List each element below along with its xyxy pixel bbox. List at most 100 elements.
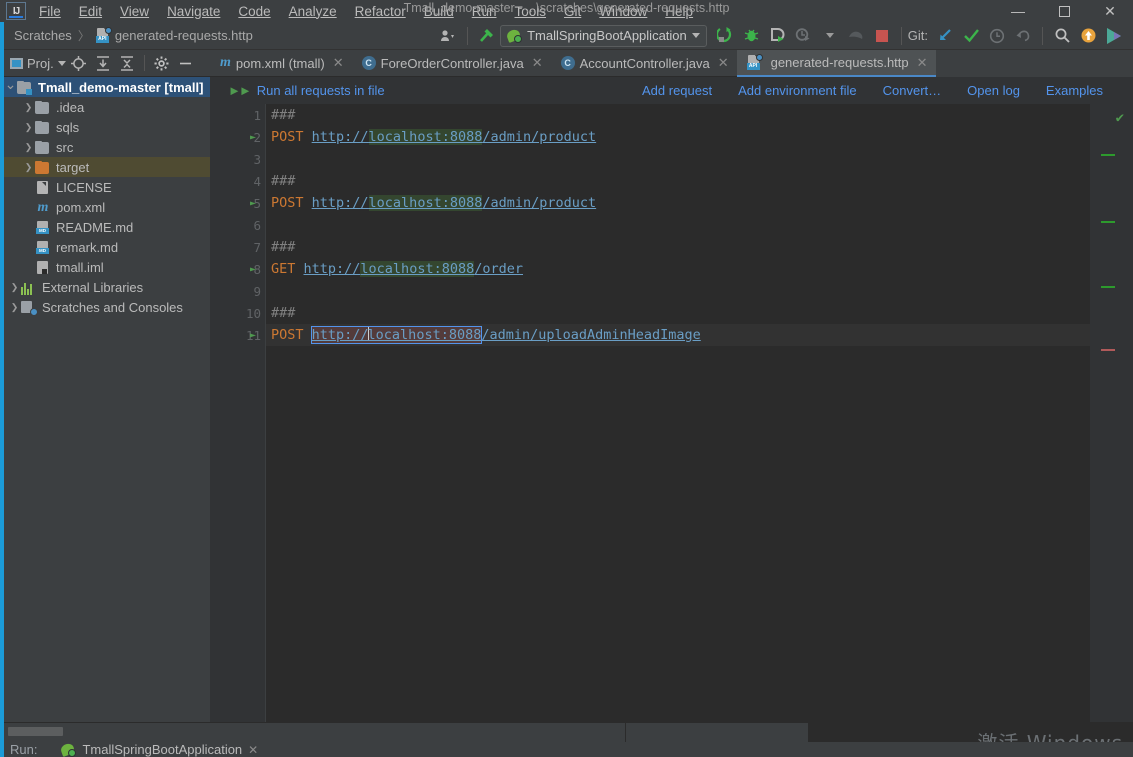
chevron-right-icon[interactable]: [22, 102, 35, 113]
editor-gutter[interactable]: 1 2 3 4 5 6 7 8 9 10 11 ► ► ► ►: [210, 104, 265, 722]
tree-node-src[interactable]: src: [4, 137, 210, 157]
tab-accountcontroller-java[interactable]: C AccountController.java ✕: [550, 50, 737, 77]
breadcrumb-scratches[interactable]: Scratches: [14, 28, 72, 43]
add-environment-file-link[interactable]: Add environment file: [738, 83, 857, 98]
code-line-8[interactable]: GET http://localhost:8088/order: [266, 258, 1090, 280]
maximize-icon[interactable]: [1041, 0, 1087, 22]
tab-close-icon[interactable]: ✕: [532, 55, 543, 71]
horizontal-scrollbar[interactable]: [8, 727, 63, 736]
attach-icon[interactable]: [843, 24, 869, 48]
menu-navigate[interactable]: Navigate: [158, 2, 229, 21]
project-tree-panel[interactable]: Tmall_demo-master [tmall] .idea sqls src…: [4, 77, 210, 722]
menu-build[interactable]: Build: [415, 2, 463, 21]
hide-icon[interactable]: [175, 52, 197, 74]
code-line-6[interactable]: [266, 214, 1090, 236]
stop-icon[interactable]: [869, 24, 895, 48]
tree-node-external-libraries[interactable]: External Libraries: [4, 277, 210, 297]
tree-node-tmall-demo-master[interactable]: Tmall_demo-master [tmall]: [4, 77, 210, 97]
code-editor[interactable]: 1 2 3 4 5 6 7 8 9 10 11 ► ► ► ► ### POST…: [210, 104, 1133, 722]
code-line-3[interactable]: [266, 148, 1090, 170]
chevron-right-icon[interactable]: [8, 282, 21, 293]
hammer-icon[interactable]: [474, 24, 500, 48]
run-configuration-selector[interactable]: TmallSpringBootApplication: [500, 24, 707, 47]
close-icon[interactable]: ✕: [1087, 0, 1133, 22]
menu-git[interactable]: Git: [555, 2, 590, 21]
debug-icon[interactable]: [739, 24, 765, 48]
code-line-2[interactable]: POST http://localhost:8088/admin/product: [266, 126, 1090, 148]
tab-foreordercontroller-java[interactable]: C ForeOrderController.java ✕: [351, 50, 551, 77]
add-request-link[interactable]: Add request: [642, 83, 712, 98]
menu-file[interactable]: File: [30, 2, 70, 21]
run-request-icon[interactable]: ►: [246, 192, 260, 214]
stripe-marker[interactable]: [1101, 286, 1115, 288]
notification-icon[interactable]: [1075, 24, 1101, 48]
tree-node-target[interactable]: target: [4, 157, 210, 177]
coverage-icon[interactable]: [765, 24, 791, 48]
tab-generated-requests-http[interactable]: API generated-requests.http ✕: [736, 50, 936, 77]
menu-run[interactable]: Run: [463, 2, 506, 21]
profiler-dropdown-icon[interactable]: [817, 24, 843, 48]
menu-edit[interactable]: Edit: [70, 2, 111, 21]
stripe-marker[interactable]: [1101, 154, 1115, 156]
code-line-5[interactable]: POST http://localhost:8088/admin/product: [266, 192, 1090, 214]
tab-pom-xml[interactable]: m pom.xml (tmall) ✕: [210, 50, 352, 77]
convert-link[interactable]: Convert…: [883, 83, 942, 98]
menu-refactor[interactable]: Refactor: [346, 2, 415, 21]
run-request-icon[interactable]: ►: [246, 324, 260, 346]
menu-view[interactable]: View: [111, 2, 158, 21]
code-line-9[interactable]: [266, 280, 1090, 302]
open-log-link[interactable]: Open log: [967, 83, 1020, 98]
menu-window[interactable]: Window: [590, 2, 656, 21]
tree-node-pom-xml[interactable]: m pom.xml: [4, 197, 210, 217]
settings-icon[interactable]: [151, 52, 173, 74]
menu-help[interactable]: Help: [656, 2, 702, 21]
code-line-1[interactable]: ###: [266, 104, 1090, 126]
run-tab-name[interactable]: TmallSpringBootApplication: [82, 742, 242, 757]
tree-node-remark-md[interactable]: MD remark.md: [4, 237, 210, 257]
run-tab-close-icon[interactable]: ✕: [248, 743, 258, 757]
code-line-7[interactable]: ###: [266, 236, 1090, 258]
chevron-right-icon[interactable]: [22, 162, 35, 173]
profile-icon[interactable]: [435, 24, 461, 48]
breadcrumb-file[interactable]: generated-requests.http: [115, 28, 253, 43]
project-view-selector[interactable]: Proj.: [10, 56, 66, 71]
code-content[interactable]: ### POST http://localhost:8088/admin/pro…: [266, 104, 1090, 346]
tab-close-icon[interactable]: ✕: [718, 55, 729, 71]
expand-all-icon[interactable]: [92, 52, 114, 74]
run-tool-window-label[interactable]: Run:: [10, 742, 37, 757]
search-everywhere-icon[interactable]: [1049, 24, 1075, 48]
profiler-icon[interactable]: [791, 24, 817, 48]
collapse-all-icon[interactable]: [116, 52, 138, 74]
examples-link[interactable]: Examples: [1046, 83, 1103, 98]
run-request-icon[interactable]: ►: [246, 258, 260, 280]
code-line-11[interactable]: POST http://localhost:8088/admin/uploadA…: [266, 324, 1090, 346]
update-project-icon[interactable]: [932, 24, 958, 48]
stripe-marker[interactable]: [1101, 221, 1115, 223]
tree-node-sqls[interactable]: sqls: [4, 117, 210, 137]
chevron-right-icon[interactable]: [22, 122, 35, 133]
tree-node-idea[interactable]: .idea: [4, 97, 210, 117]
chevron-right-icon[interactable]: [8, 302, 21, 313]
code-line-4[interactable]: ###: [266, 170, 1090, 192]
tab-close-icon[interactable]: ✕: [333, 55, 344, 71]
tree-node-scratches-and-consoles[interactable]: Scratches and Consoles: [4, 297, 210, 317]
menu-analyze[interactable]: Analyze: [280, 2, 346, 21]
run-icon[interactable]: [713, 24, 739, 48]
menu-code[interactable]: Code: [229, 2, 279, 21]
run-request-icon[interactable]: ►: [246, 126, 260, 148]
menu-tools[interactable]: Tools: [506, 2, 556, 21]
stripe-marker[interactable]: [1101, 349, 1115, 351]
locate-icon[interactable]: [68, 52, 90, 74]
tree-node-readme-md[interactable]: MD README.md: [4, 217, 210, 237]
rollback-icon[interactable]: [1010, 24, 1036, 48]
play-icon[interactable]: [1101, 24, 1127, 48]
history-icon[interactable]: [984, 24, 1010, 48]
commit-icon[interactable]: [958, 24, 984, 48]
chevron-right-icon[interactable]: [22, 142, 35, 153]
run-all-requests-button[interactable]: ►► Run all requests in file: [228, 83, 385, 98]
code-line-10[interactable]: ###: [266, 302, 1090, 324]
tree-node-tmall-iml[interactable]: tmall.iml: [4, 257, 210, 277]
tab-close-icon[interactable]: ✕: [917, 55, 928, 71]
chevron-down-icon[interactable]: [4, 79, 17, 96]
error-stripe-markers[interactable]: ✔: [1090, 104, 1133, 722]
